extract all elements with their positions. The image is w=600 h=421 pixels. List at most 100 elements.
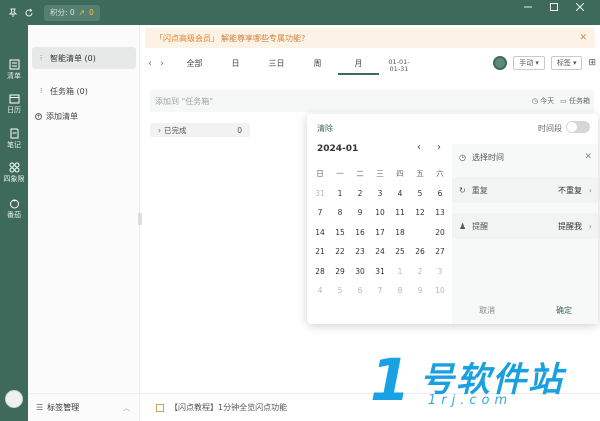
calendar-day[interactable]: 13: [430, 204, 450, 221]
tutorial-checkbox[interactable]: [156, 403, 164, 412]
calendar-day[interactable]: 10: [430, 282, 450, 299]
calendar-day-selected[interactable]: 19: [410, 223, 430, 241]
calendar-day[interactable]: 29: [330, 263, 350, 280]
smart-list-icon: ⁝: [40, 54, 43, 62]
calendar-day[interactable]: 5: [410, 185, 430, 202]
calendar-day[interactable]: 1: [390, 263, 410, 280]
manual-sort-button[interactable]: 手动 ▾: [513, 56, 545, 70]
calendar-day[interactable]: 31: [370, 263, 390, 280]
select-time-row[interactable]: ◷ 选择时间 ✕: [452, 144, 598, 170]
calendar-day[interactable]: 8: [390, 282, 410, 299]
tab-week[interactable]: 周: [297, 53, 338, 75]
calendar-day[interactable]: 6: [350, 282, 370, 299]
calendar-day[interactable]: 5: [330, 282, 350, 299]
smart-list-item[interactable]: ⁝ 智能清单 (0): [32, 47, 136, 69]
calendar-day[interactable]: 1: [330, 185, 350, 202]
calendar-day[interactable]: 18: [390, 224, 410, 241]
quadrant-icon: [9, 162, 19, 173]
grid-icon[interactable]: ⊞: [588, 58, 596, 68]
maximize-button[interactable]: [542, 0, 566, 14]
calendar-day[interactable]: 31: [310, 185, 330, 202]
calendar-week: 7 8 9 10 11 12 13: [310, 203, 450, 223]
calendar-day[interactable]: 15: [330, 224, 350, 241]
time-range-toggle[interactable]: [566, 121, 590, 133]
calendar-day[interactable]: 11: [390, 204, 410, 221]
calendar-day[interactable]: 23: [350, 243, 370, 260]
calendar-day[interactable]: 17: [370, 224, 390, 241]
list-icon: [9, 59, 19, 70]
cancel-button[interactable]: 取消: [479, 305, 495, 316]
pin-icon[interactable]: [6, 6, 20, 20]
calendar-day[interactable]: 3: [430, 263, 450, 280]
tag-filter-button[interactable]: 标签 ▾: [550, 56, 583, 70]
calendar-day[interactable]: 9: [410, 282, 430, 299]
calendar-day[interactable]: 4: [390, 185, 410, 202]
prev-month-icon[interactable]: ‹: [417, 142, 421, 153]
score-pill[interactable]: 积分: 0 ↗ 0: [44, 4, 100, 21]
avatar[interactable]: [5, 390, 23, 408]
rail-item-list[interactable]: 清单: [0, 55, 28, 85]
calendar-day[interactable]: 3: [370, 185, 390, 202]
close-button[interactable]: [568, 0, 592, 14]
repeat-row[interactable]: ↻ 重复 不重复 ›: [452, 177, 598, 203]
task-box-icon: ⁝: [40, 87, 43, 95]
calendar-day[interactable]: 8: [330, 204, 350, 221]
focus-icon[interactable]: [493, 56, 508, 70]
day-number: 22: [335, 247, 345, 257]
tag-manage-label: 标签管理: [47, 403, 80, 412]
tab-month[interactable]: 月: [338, 53, 379, 75]
tag-manage-bar[interactable]: ☰ 标签管理 ︿: [28, 393, 140, 421]
rail-item-notes[interactable]: 笔记: [0, 124, 28, 154]
taskbox-option[interactable]: ▭ 任务箱: [560, 96, 590, 106]
calendar-month: 2024-01: [317, 144, 359, 154]
calendar-day[interactable]: 7: [310, 204, 330, 221]
add-list-item[interactable]: + 添加清单: [32, 107, 78, 125]
calendar-day[interactable]: 4: [310, 282, 330, 299]
calendar-day[interactable]: 26: [410, 243, 430, 260]
calendar-day[interactable]: 2: [410, 263, 430, 280]
calendar-day[interactable]: 25: [390, 243, 410, 260]
streak-icon: ↗: [78, 8, 85, 17]
rail-item-quadrant[interactable]: 四象限: [0, 158, 28, 188]
prev-arrow-icon[interactable]: ‹: [144, 59, 156, 69]
task-box-item[interactable]: ⁝ 任务箱 (0): [32, 82, 88, 100]
remind-row[interactable]: ♟ 提醒 提醒我 ›: [452, 213, 598, 239]
add-task-input[interactable]: 添加到 "任务箱" ◷ 今天 ▭ 任务箱: [150, 90, 594, 112]
clear-button[interactable]: 清除: [317, 123, 333, 134]
date-range[interactable]: 01-01- 01-31: [379, 56, 419, 73]
calendar-day[interactable]: 20: [430, 224, 450, 241]
calendar-day[interactable]: 6: [430, 185, 450, 202]
calendar-day[interactable]: 30: [350, 263, 370, 280]
calendar-day[interactable]: 16: [350, 224, 370, 241]
tab-all[interactable]: 全部: [174, 53, 215, 75]
calendar-day[interactable]: 7: [370, 282, 390, 299]
close-icon[interactable]: ✕: [584, 152, 592, 162]
calendar-day[interactable]: 10: [370, 204, 390, 221]
next-month-icon[interactable]: ›: [437, 142, 441, 153]
refresh-icon[interactable]: [22, 6, 36, 20]
promo-banner[interactable]: 「闪点高级会员」 解能尊享哪些专属功能? ✕: [145, 28, 595, 48]
close-icon[interactable]: ✕: [579, 33, 587, 43]
day-number: 15: [335, 227, 345, 237]
calendar-day[interactable]: 2: [350, 185, 370, 202]
calendar-day[interactable]: 14: [310, 224, 330, 241]
day-number: 16: [355, 227, 365, 237]
calendar-day[interactable]: 24: [370, 243, 390, 260]
splitter-handle[interactable]: [138, 213, 142, 225]
rail-item-calendar[interactable]: 日历: [0, 89, 28, 119]
calendar-day[interactable]: 27: [430, 243, 450, 260]
day-number: 1: [397, 266, 403, 276]
calendar-day[interactable]: 21: [310, 243, 330, 260]
calendar-day[interactable]: 9: [350, 204, 370, 221]
next-arrow-icon[interactable]: ›: [156, 59, 168, 69]
done-group[interactable]: › 已完成 0: [150, 123, 250, 137]
calendar-day[interactable]: 12: [410, 204, 430, 221]
today-option[interactable]: ◷ 今天: [532, 96, 554, 106]
tab-day[interactable]: 日: [215, 53, 256, 75]
tab-three-day[interactable]: 三日: [256, 53, 297, 75]
calendar-day[interactable]: 28: [310, 263, 330, 280]
rail-item-tomato[interactable]: 番茄: [0, 194, 28, 224]
calendar-day[interactable]: 22: [330, 243, 350, 260]
minimize-button[interactable]: [516, 0, 540, 14]
ok-button[interactable]: 确定: [556, 305, 572, 316]
